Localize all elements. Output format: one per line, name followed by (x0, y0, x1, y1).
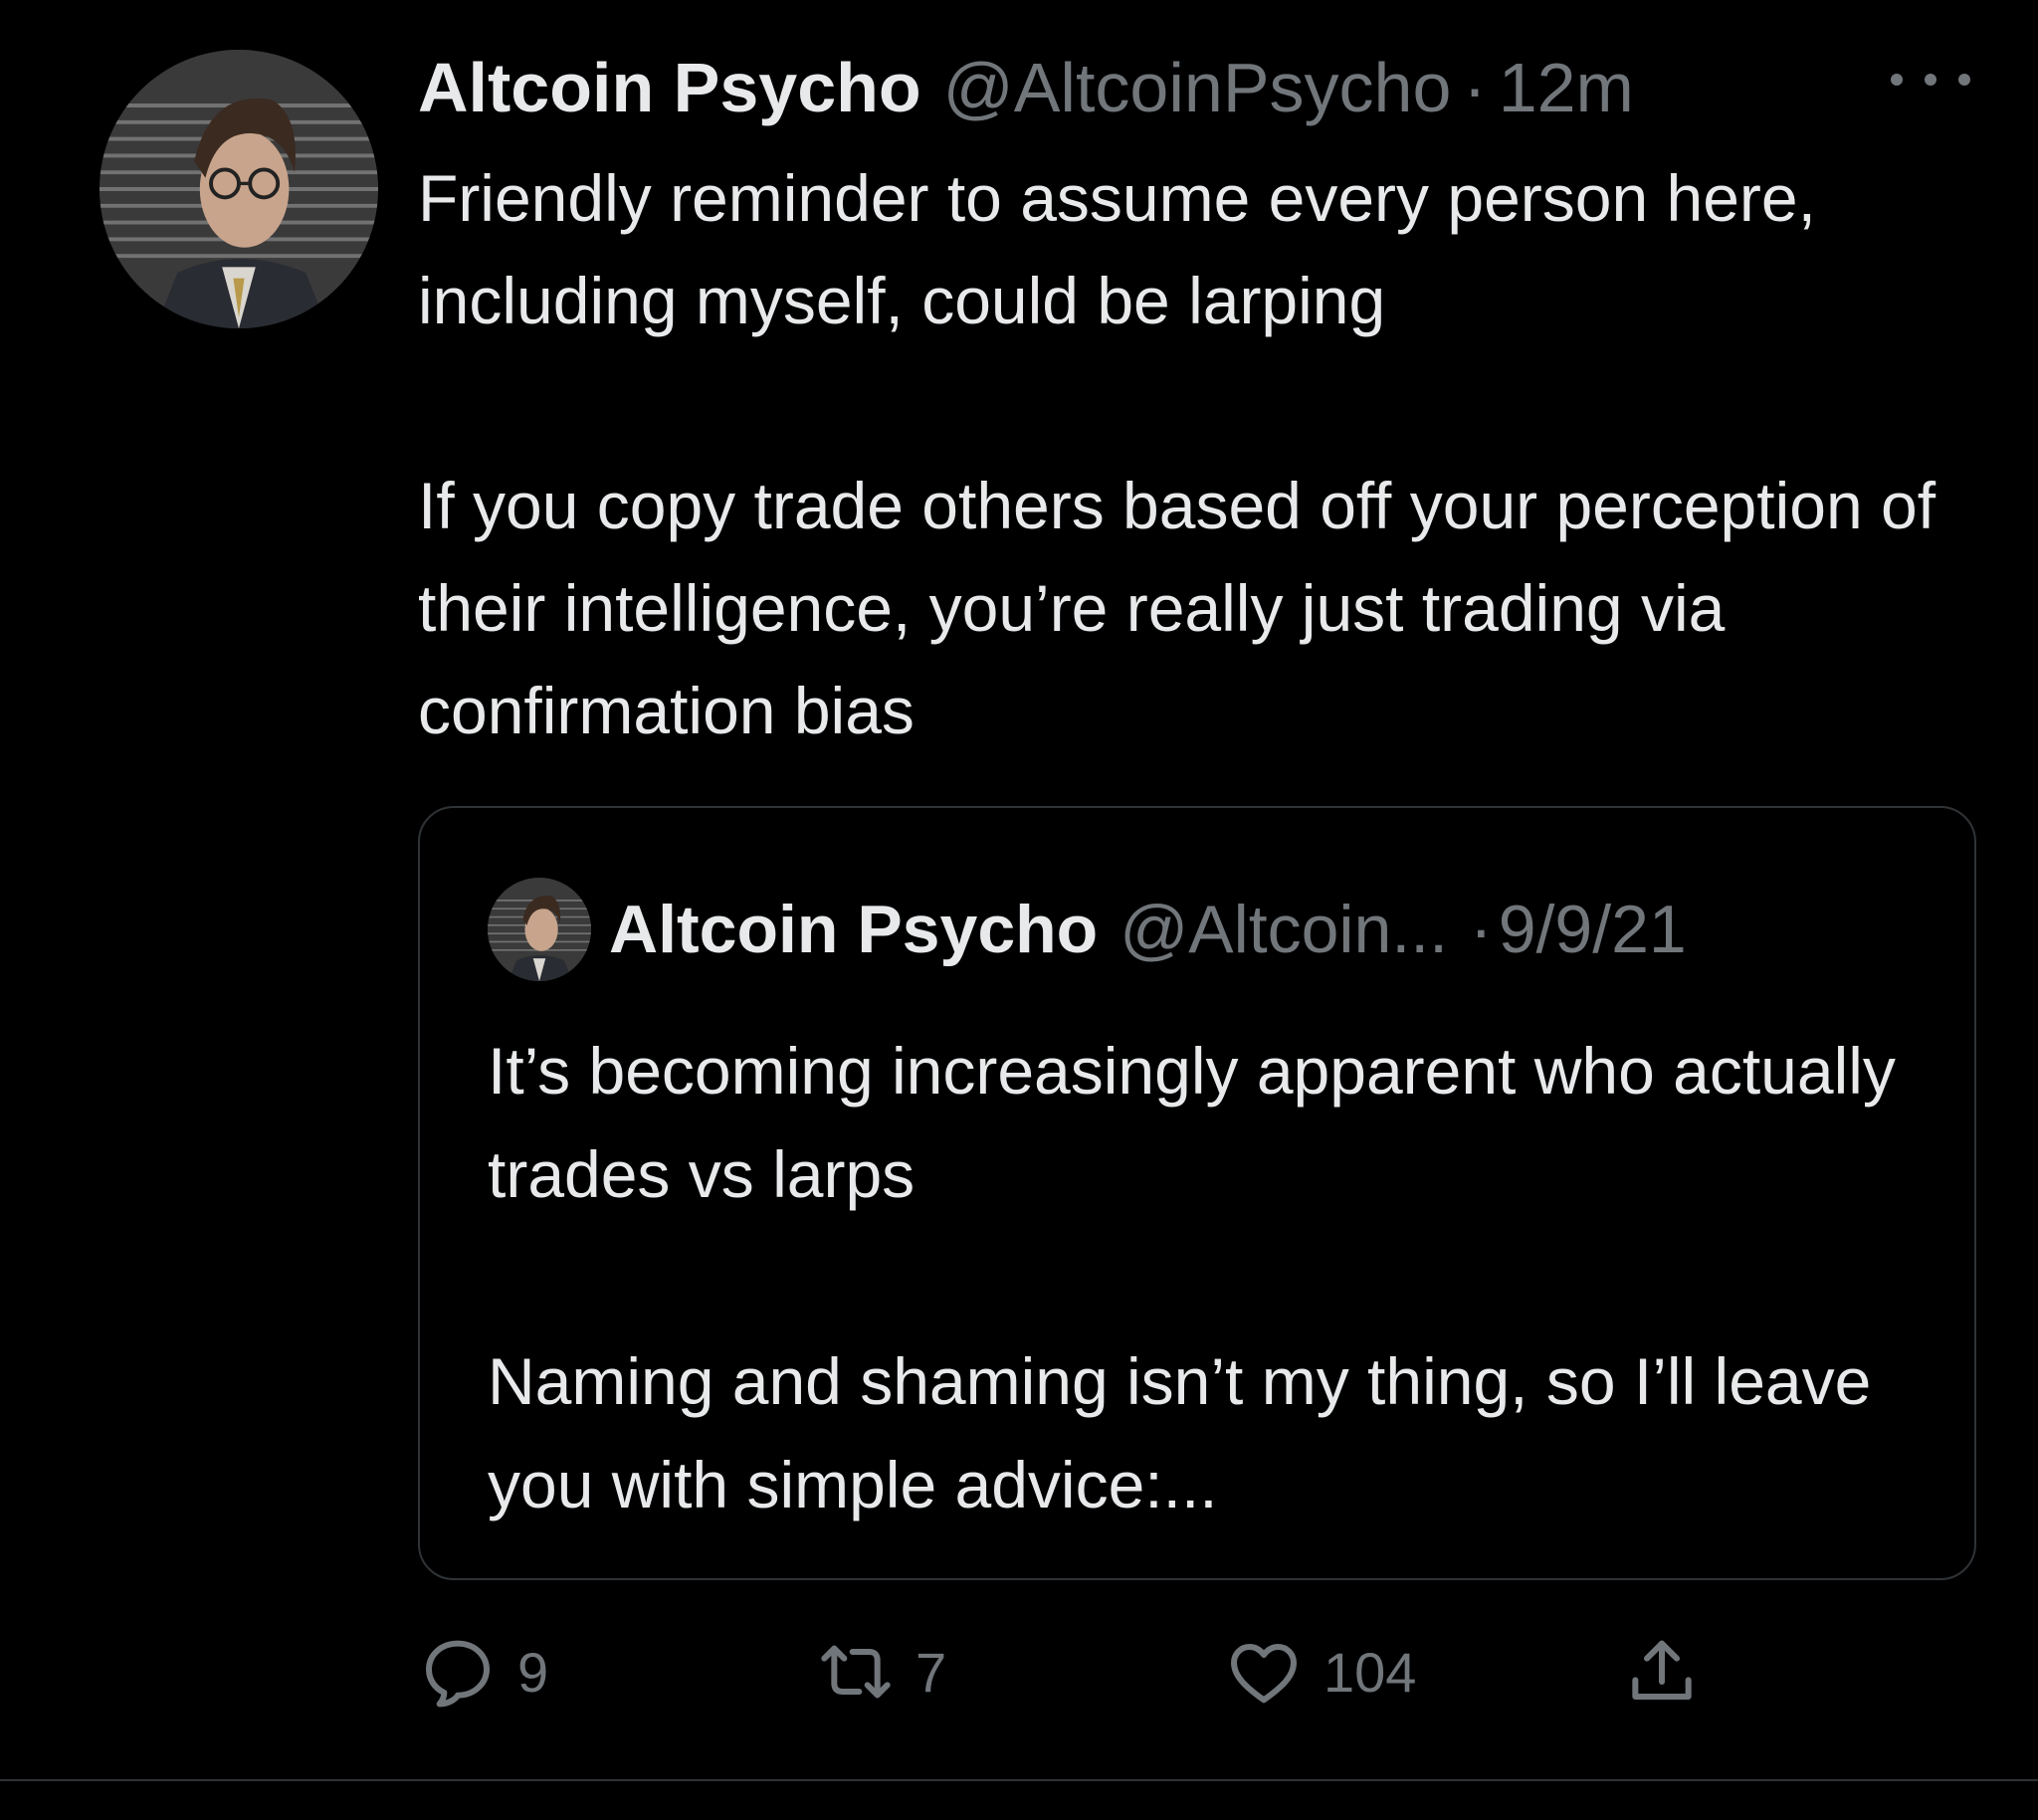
quoted-tweet-header: Altcoin Psycho @Altcoin... · 9/9/21 (609, 880, 1687, 979)
quoted-author-handle: @Altcoin... (1120, 892, 1449, 967)
quoted-author-display-name: Altcoin Psycho (609, 892, 1099, 967)
reply-count: 9 (517, 1640, 549, 1704)
like-count: 104 (1324, 1640, 1417, 1704)
tweet-timestamp[interactable]: 12m (1499, 38, 1634, 137)
more-options-button[interactable] (1891, 60, 1970, 100)
more-horizontal-icon (1958, 74, 1970, 86)
header-separator: · (1463, 49, 1487, 126)
reply-button[interactable]: 9 (418, 1622, 548, 1721)
share-button[interactable] (1622, 1622, 1702, 1721)
author-avatar[interactable] (100, 50, 378, 328)
like-button[interactable]: 104 (1224, 1622, 1416, 1721)
quoted-tweet-text: It’s becoming increasingly apparent who … (488, 1034, 1896, 1521)
quoted-tweet[interactable]: Altcoin Psycho @Altcoin... · 9/9/21 It’s… (418, 806, 1976, 1580)
heart-icon (1231, 1644, 1297, 1704)
more-horizontal-icon (1925, 74, 1936, 86)
retweet-count: 7 (916, 1640, 947, 1704)
tweet[interactable]: Altcoin Psycho @AltcoinPsycho · 12m Frie… (0, 0, 2038, 1781)
quoted-author-avatar (488, 878, 591, 981)
avatar-image (488, 878, 591, 981)
reply-icon (426, 1640, 490, 1708)
quoted-tweet-date: 9/9/21 (1498, 892, 1687, 967)
tweet-divider (0, 1779, 2038, 1781)
tweet-actions: 9 7 104 (418, 1622, 1732, 1721)
avatar-image (100, 50, 378, 328)
more-horizontal-icon (1891, 74, 1903, 86)
author-display-name[interactable]: Altcoin Psycho (418, 38, 921, 137)
share-icon (1632, 1640, 1692, 1700)
tweet-text: Friendly reminder to assume every person… (418, 161, 1936, 747)
author-handle[interactable]: @AltcoinPsycho (943, 38, 1452, 137)
tweet-header: Altcoin Psycho @AltcoinPsycho · 12m (418, 38, 1634, 137)
quoted-header-separator: · (1470, 892, 1493, 967)
retweet-icon (821, 1645, 891, 1699)
retweet-button[interactable]: 7 (816, 1622, 946, 1721)
